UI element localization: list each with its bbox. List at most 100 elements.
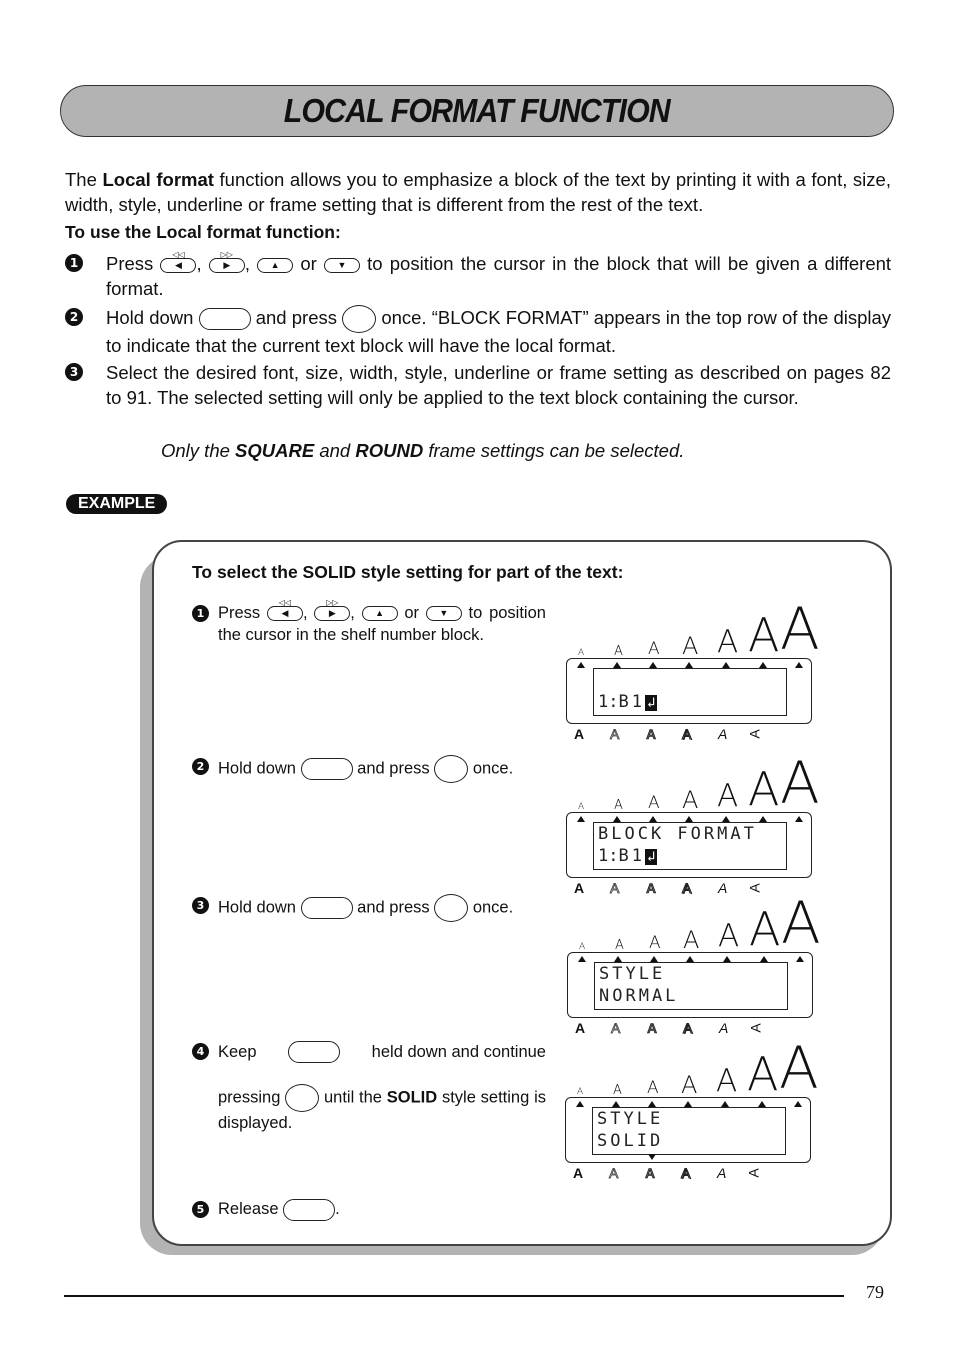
style-glyph: A	[645, 1165, 656, 1182]
indicator-triangle-icon	[796, 956, 804, 962]
down-arrow-key-icon: ▼	[425, 606, 462, 622]
style-glyph: A	[718, 880, 728, 896]
lcd-frame: STYLE NORMAL	[567, 952, 813, 1018]
size-glyph: A	[682, 786, 699, 814]
code-key-icon	[288, 1041, 341, 1063]
size-glyph: A	[648, 639, 660, 659]
size-glyph: A	[577, 1087, 584, 1097]
size-glyph: A	[781, 889, 821, 957]
step-number: 1	[192, 605, 209, 622]
lcd-display-1: A A A A A A A 1:B1 ↲ A A A A A A	[562, 600, 820, 746]
step-number: 2	[65, 308, 83, 326]
size-indicators: AAAAAAA	[563, 894, 821, 956]
style-glyph: A	[681, 726, 692, 743]
return-cursor-icon: ↲	[644, 849, 658, 865]
size-glyph: A	[718, 918, 740, 954]
style-glyph: A	[682, 1020, 693, 1037]
intro-bold: Local format	[102, 169, 214, 190]
style-glyph: A	[609, 1165, 619, 1182]
lcd-display-3: A A A A A A A STYLE NORMAL A A A A A A	[563, 894, 821, 1040]
lcd-line-1: BLOCK FORMAT	[598, 824, 757, 844]
lcd-display-2: A A A A A A A BLOCK FORMAT 1:B1 ↲ A A A A A A	[562, 754, 820, 900]
style-glyph: A	[746, 729, 763, 739]
code-key-icon	[300, 897, 353, 919]
left-arrow-key-icon: ◁◁ ◀	[160, 250, 197, 273]
lcd-screen: STYLE SOLID	[592, 1107, 786, 1155]
page-title-banner: LOCAL FORMAT FUNCTION	[60, 85, 894, 137]
style-glyph: A	[647, 1020, 658, 1037]
step-number: 2	[192, 758, 209, 775]
style-glyph: A	[574, 726, 585, 742]
size-glyph: A	[649, 933, 661, 953]
size-glyph: A	[717, 778, 739, 814]
style-indicators: AAAAAA	[561, 1165, 811, 1183]
style-glyph: A	[718, 726, 728, 742]
step-text: Press	[106, 253, 154, 274]
style-glyph: A	[574, 880, 585, 896]
indicator-triangle-icon	[795, 662, 803, 668]
style-key-icon	[434, 894, 469, 922]
up-arrow-key-icon: ▲	[257, 257, 294, 273]
size-glyph: A	[780, 749, 820, 817]
left-arrow-key-icon: ◁◁ ◀	[266, 598, 303, 622]
step-text: Select the desired font, size, width, st…	[106, 362, 891, 408]
size-glyph: A	[614, 644, 623, 659]
size-glyph: A	[578, 648, 585, 658]
style-glyph: A	[573, 1165, 584, 1181]
size-glyph: A	[578, 802, 585, 812]
example-step-2: 2 Hold down and press once.	[192, 755, 546, 785]
size-glyph: A	[647, 1078, 659, 1098]
size-glyph: A	[683, 926, 700, 954]
indicator-triangle-icon	[795, 816, 803, 822]
size-indicators: AAAAAAA	[562, 600, 820, 660]
style-key-icon	[285, 1084, 320, 1112]
example-step-5: 5 Release .	[192, 1198, 546, 1224]
style-glyph: A	[611, 1020, 621, 1037]
style-glyph: A	[745, 1168, 762, 1178]
size-glyph: A	[779, 1034, 819, 1102]
intro-prefix: The	[65, 169, 103, 190]
size-glyph: A	[749, 902, 781, 956]
lcd-frame: 1:B1 ↲	[566, 658, 812, 724]
footer-rule	[64, 1295, 844, 1297]
style-glyph: A	[646, 726, 657, 743]
style-glyph: A	[575, 1020, 586, 1036]
return-cursor-icon: ↲	[644, 695, 658, 711]
page-title: LOCAL FORMAT FUNCTION	[284, 92, 671, 129]
intro-paragraph: The Local format function allows you to …	[65, 167, 891, 217]
code-key-icon	[300, 758, 353, 780]
style-glyph: A	[610, 880, 620, 897]
lcd-line-1: STYLE	[599, 964, 666, 984]
code-key-icon	[283, 1198, 336, 1221]
example-badge: EXAMPLE	[66, 494, 168, 514]
step-2: 2 Hold down and press once. “BLOCK FORMA…	[65, 305, 891, 356]
lcd-screen: BLOCK FORMAT 1:B1 ↲	[593, 822, 787, 870]
lcd-line-2: 1:B1 ↲	[598, 692, 658, 712]
right-arrow-key-icon: ▷▷ ▶	[314, 598, 351, 622]
subheading: To use the Local format function:	[65, 222, 341, 242]
size-indicators: AAAAAAA	[561, 1039, 819, 1101]
indicator-triangle-icon	[577, 662, 585, 668]
lcd-line-2: NORMAL	[599, 986, 679, 1006]
function-key-icon	[342, 305, 377, 334]
example-step-1: 1 Press ◁◁ ◀, ▷▷ ▶, ▲ or ▼ to position the…	[192, 598, 546, 672]
style-indicators: AAAAAA	[562, 880, 812, 898]
step-number: 3	[65, 363, 83, 381]
lcd-frame: BLOCK FORMAT 1:B1 ↲	[566, 812, 812, 878]
size-indicators: AAAAAAA	[562, 754, 820, 816]
size-glyph: A	[748, 762, 780, 816]
lcd-line-1: STYLE	[597, 1109, 664, 1129]
size-glyph: A	[648, 793, 660, 813]
right-arrow-key-icon: ▷▷ ▶	[208, 250, 245, 273]
size-glyph: A	[682, 632, 699, 660]
step-3: 3 Select the desired font, size, width, …	[65, 360, 891, 435]
indicator-triangle-icon	[578, 956, 586, 962]
down-arrow-key-icon: ▼	[323, 257, 360, 273]
size-glyph: A	[780, 595, 820, 663]
style-glyph: A	[680, 1165, 691, 1182]
step-number: 5	[192, 1201, 209, 1218]
lcd-screen: 1:B1 ↲	[593, 668, 787, 716]
style-glyph: A	[747, 1023, 764, 1033]
size-glyph: A	[747, 1047, 779, 1101]
up-arrow-key-icon: ▲	[361, 606, 398, 622]
